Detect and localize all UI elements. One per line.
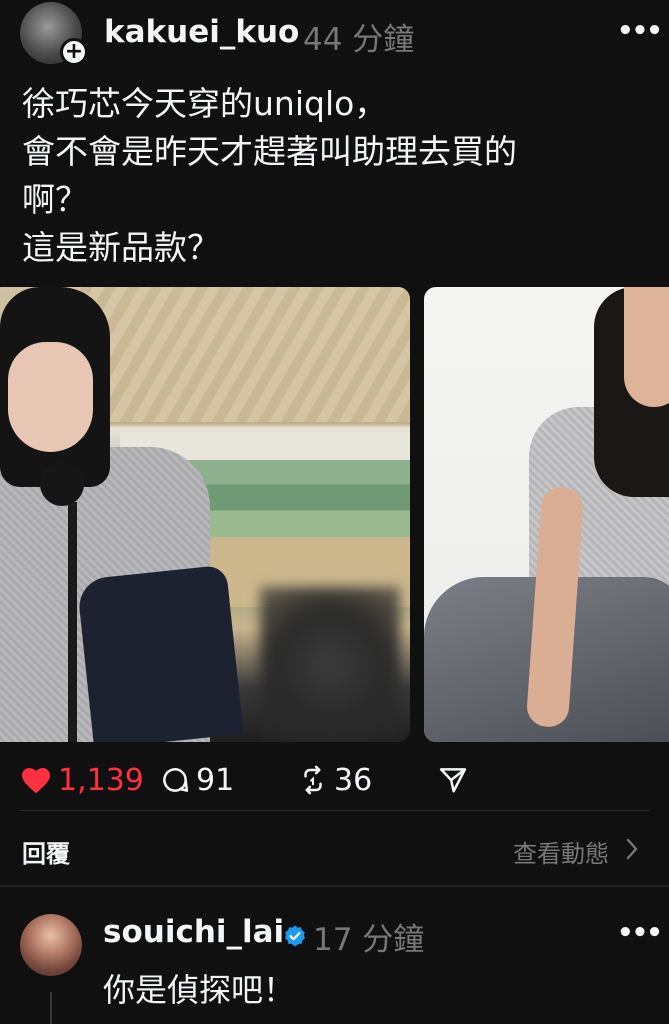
replies-header: 回覆 查看動態 xyxy=(0,830,669,870)
comment-count: 91 xyxy=(196,762,235,798)
post-image-2[interactable] xyxy=(424,287,669,742)
divider xyxy=(20,810,649,811)
post-timestamp: 44 分鐘 xyxy=(303,22,415,58)
more-options-icon[interactable]: ••• xyxy=(617,16,663,46)
replies-label: 回覆 xyxy=(22,840,70,868)
send-icon xyxy=(439,768,467,793)
microphone xyxy=(40,462,84,506)
like-count: 1,139 xyxy=(58,762,144,798)
post-text-line: 徐巧芯今天穿的uniqlo， xyxy=(22,84,388,123)
comment-bubble-icon xyxy=(163,768,189,792)
post-body: 徐巧芯今天穿的uniqlo， 會不會是昨天才趕著叫助理去買的 啊？ 這是新品款？ xyxy=(22,80,642,272)
verified-badge-icon xyxy=(285,925,305,947)
section-divider xyxy=(0,885,669,887)
reply-username[interactable]: souichi_lai xyxy=(103,914,284,950)
post-header: + kakuei_kuo 44 分鐘 ••• xyxy=(0,0,669,66)
reply-text: 你是偵探吧！ xyxy=(103,971,296,1009)
repost-button[interactable]: 36 xyxy=(298,755,372,805)
thread-line xyxy=(50,992,52,1024)
view-activity-link[interactable]: 查看動態 xyxy=(513,834,609,869)
heart-icon xyxy=(22,768,50,794)
speaker-figure xyxy=(0,287,244,742)
share-button[interactable] xyxy=(438,755,468,805)
author-username[interactable]: kakuei_kuo xyxy=(104,14,299,50)
like-button[interactable]: 1,139 xyxy=(20,755,144,805)
post-image-1[interactable] xyxy=(0,287,410,742)
chevron-right-icon[interactable] xyxy=(625,836,639,862)
post-text-line: 這是新品款？ xyxy=(22,228,220,267)
repost-icon xyxy=(304,765,322,795)
reply-author-avatar[interactable] xyxy=(20,914,82,976)
follow-plus-icon[interactable]: + xyxy=(60,38,88,66)
post-text-line: 啊？ xyxy=(22,180,88,219)
reply-more-options-icon[interactable]: ••• xyxy=(617,918,663,948)
post-actions: 1,139 91 36 xyxy=(0,755,669,805)
comment-button[interactable]: 91 xyxy=(160,755,234,805)
repost-count: 36 xyxy=(334,762,373,798)
camera-blur xyxy=(260,587,400,742)
reply-timestamp: 17 分鐘 xyxy=(313,922,425,958)
post-text-line: 會不會是昨天才趕著叫助理去買的 xyxy=(22,132,517,171)
